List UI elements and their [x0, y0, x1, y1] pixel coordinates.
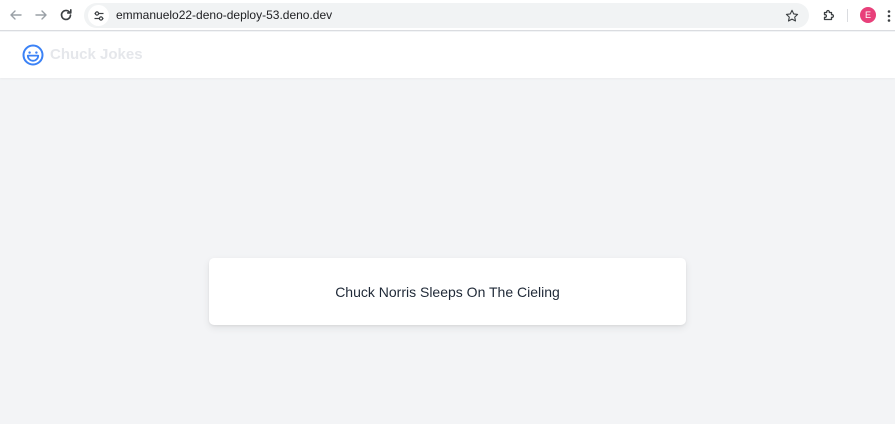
forward-button[interactable]	[31, 5, 51, 25]
app-header: Chuck Jokes	[0, 32, 895, 78]
toolbar-divider	[847, 9, 848, 22]
url-text[interactable]: emmanuelo22-deno-deploy-53.deno.dev	[116, 8, 332, 22]
reload-icon	[60, 9, 72, 21]
arrow-right-icon	[35, 10, 47, 20]
joke-text: Chuck Norris Sleeps On The Cieling	[335, 283, 560, 300]
profile-avatar[interactable]: E	[860, 7, 876, 23]
arrow-left-icon	[10, 10, 22, 20]
smiling-face-icon[interactable]	[22, 44, 44, 66]
address-bar[interactable]: emmanuelo22-deno-deploy-53.deno.dev	[84, 3, 809, 28]
extensions-button[interactable]	[819, 5, 839, 25]
back-button[interactable]	[6, 5, 26, 25]
site-info-button[interactable]	[88, 5, 109, 26]
bookmark-button[interactable]	[782, 6, 802, 26]
joke-card: Chuck Norris Sleeps On The Cieling	[209, 258, 686, 325]
kebab-menu-icon	[887, 10, 891, 22]
browser-toolbar: emmanuelo22-deno-deploy-53.deno.dev E	[0, 0, 895, 31]
tune-icon	[94, 10, 103, 21]
star-icon	[785, 9, 799, 22]
app-title[interactable]: Chuck Jokes	[50, 46, 143, 63]
browser-menu-button[interactable]	[884, 6, 894, 26]
puzzle-icon	[823, 9, 835, 21]
reload-button[interactable]	[56, 5, 76, 25]
